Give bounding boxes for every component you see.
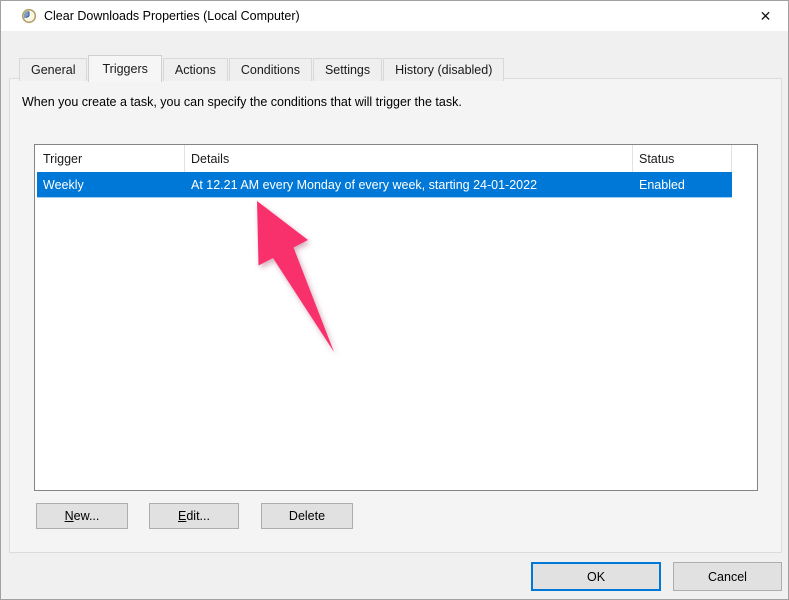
- trigger-cell: Weekly: [37, 172, 185, 197]
- list-header: Trigger Details Status: [37, 145, 757, 172]
- new-button-label: ew...: [74, 509, 100, 523]
- column-header-trigger[interactable]: Trigger: [37, 145, 185, 172]
- window-title: Clear Downloads Properties (Local Comput…: [44, 9, 300, 23]
- delete-button[interactable]: Delete: [261, 503, 353, 529]
- tab-triggers[interactable]: Triggers: [88, 55, 161, 82]
- status-cell: Enabled: [633, 172, 732, 197]
- tab-actions[interactable]: Actions: [163, 58, 228, 81]
- new-button[interactable]: New...: [36, 503, 128, 529]
- trigger-row-selected[interactable]: Weekly At 12.21 AM every Monday of every…: [37, 172, 732, 198]
- ok-button[interactable]: OK: [531, 562, 661, 591]
- page-description: When you create a task, you can specify …: [22, 95, 462, 109]
- tab-settings[interactable]: Settings: [313, 58, 382, 81]
- tab-history[interactable]: History (disabled): [383, 58, 504, 81]
- tab-conditions[interactable]: Conditions: [229, 58, 312, 81]
- new-button-accesskey: N: [65, 509, 74, 523]
- column-header-filler: [732, 145, 757, 172]
- cancel-button[interactable]: Cancel: [673, 562, 782, 591]
- column-header-status[interactable]: Status: [633, 145, 732, 172]
- properties-dialog: Clear Downloads Properties (Local Comput…: [0, 0, 789, 600]
- edit-button[interactable]: Edit...: [149, 503, 239, 529]
- details-cell: At 12.21 AM every Monday of every week, …: [185, 172, 633, 197]
- tab-general[interactable]: General: [19, 58, 87, 81]
- clock-icon: [21, 8, 37, 24]
- triggers-list: Trigger Details Status Weekly At 12.21 A…: [34, 144, 758, 491]
- column-header-details[interactable]: Details: [185, 145, 633, 172]
- title-bar: Clear Downloads Properties (Local Comput…: [1, 1, 788, 31]
- close-icon[interactable]: ✕: [743, 1, 788, 31]
- edit-button-label: dit...: [186, 509, 210, 523]
- tab-strip: General Triggers Actions Conditions Sett…: [19, 55, 505, 81]
